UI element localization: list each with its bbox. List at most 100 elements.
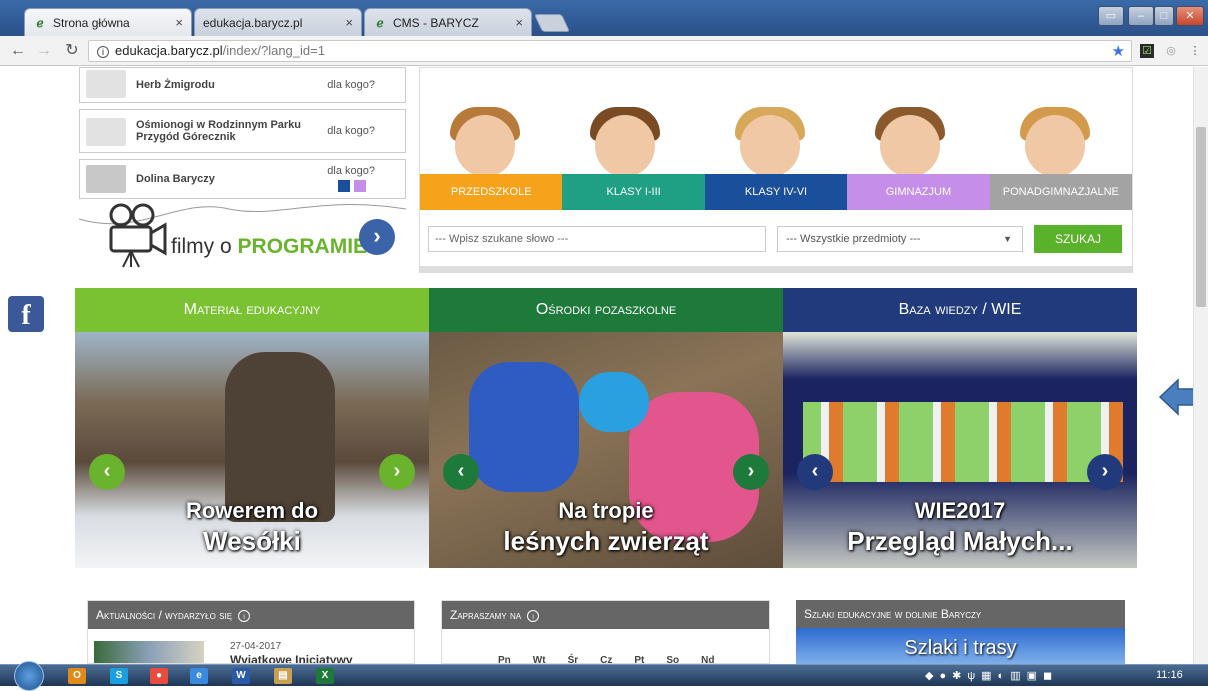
extension-2-icon[interactable]: ◎	[1164, 44, 1178, 58]
browser-tab-strip: ℯ Strona główna × edukacja.barycz.pl × ℯ…	[0, 0, 1208, 88]
prev-slide-button[interactable]: ‹	[797, 454, 833, 490]
puzzle-icon	[86, 70, 126, 98]
levels-panel: PRZEDSZKOLE KLASY I-III KLASY IV-VI GIMN…	[419, 67, 1133, 273]
info-icon[interactable]: i	[527, 610, 540, 622]
slide-caption-line1: WIE2017	[914, 498, 1006, 523]
internet-explorer-icon[interactable]: e	[190, 668, 208, 684]
search-input[interactable]: --- Wpisz szukane słowo ---	[428, 226, 766, 252]
slide-image: ‹ › Na tropie leśnych zwierząt	[429, 332, 783, 568]
next-slide-button[interactable]: ›	[1087, 454, 1123, 490]
minimize-button[interactable]: –	[1128, 6, 1154, 26]
subject-select[interactable]: --- Wszystkie przedmioty --- ▼	[777, 226, 1023, 252]
panel-osrodki: Ośrodki pozaszkolne ‹ › Na tropie leśnyc…	[429, 288, 783, 568]
search-button[interactable]: SZUKAJ	[1034, 225, 1122, 253]
tab-cms[interactable]: ℯ CMS - BARYCZ ×	[364, 8, 532, 36]
extension-icon[interactable]: ☑	[1140, 44, 1154, 58]
start-button[interactable]	[14, 661, 44, 691]
level-tab-klasy-4-6[interactable]: KLASY IV-VI	[704, 174, 848, 210]
tab-strona-glowna[interactable]: ℯ Strona główna ×	[24, 8, 192, 36]
page-scrollbar[interactable]	[1193, 67, 1208, 664]
chrome-icon[interactable]: ●	[150, 668, 168, 684]
panel-title[interactable]: Materiał edukacyjny	[75, 288, 429, 332]
trails-banner[interactable]: Szlaki i trasy	[796, 628, 1125, 664]
program-item[interactable]: Ośmionogi w Rodzinnym Parku Przygód Góre…	[79, 109, 406, 153]
box-header: Aktualności / wydarzyło się i	[88, 601, 414, 629]
close-window-button[interactable]: ✕	[1176, 6, 1204, 26]
panel-material: Materiał edukacyjny ‹ › Rowerem do Wesół…	[75, 288, 429, 568]
menu-icon[interactable]: ⋮	[1188, 44, 1202, 58]
level-tab-gimnazjum[interactable]: GIMNAZJUM	[847, 174, 990, 210]
news-thumbnail[interactable]	[94, 641, 204, 663]
level-marker	[338, 180, 350, 192]
program-item[interactable]: Herb Żmigrodu dla kogo?	[79, 67, 406, 103]
for-who-link[interactable]: dla kogo?	[327, 125, 375, 137]
slide-image: ‹ › Rowerem do Wesółki	[75, 332, 429, 568]
bookmark-star-icon[interactable]: ★	[1112, 42, 1125, 62]
clock[interactable]: 11:16	[1156, 669, 1183, 681]
close-tab-icon[interactable]: ×	[345, 15, 353, 30]
maximize-button[interactable]: □	[1154, 6, 1174, 26]
level-tab-przedszkole[interactable]: PRZEDSZKOLE	[420, 174, 563, 210]
forward-icon[interactable]: →	[34, 41, 54, 61]
invite-box: Zapraszamy na i Pn Wt Śr Cz Pt So Nd	[441, 600, 770, 664]
prev-slide-button[interactable]: ‹	[443, 454, 479, 490]
back-icon[interactable]: ←	[8, 41, 28, 61]
panel-baza-wiedzy: Baza wiedzy / WIE ‹ › WIE2017 Przegląd M…	[783, 288, 1137, 568]
next-slide-button[interactable]: ›	[733, 454, 769, 490]
slide-caption-line1: Rowerem do	[185, 498, 319, 523]
slide-caption-line2: leśnych zwierząt	[503, 526, 709, 556]
films-promo[interactable]: filmy o PROGRAMIE ›	[79, 197, 406, 277]
film-camera-icon	[109, 203, 167, 268]
program-item[interactable]: Dolina Baryczy dla kogo?	[79, 159, 406, 199]
level-tab-ponadgimnazjalne[interactable]: PONADGIMNAZJALNE	[989, 174, 1133, 210]
url-path: /index/?lang_id=1	[222, 43, 325, 58]
puzzle-icon	[86, 118, 126, 146]
calendar-weekdays: Pn Wt Śr Cz Pt So Nd	[498, 655, 715, 664]
level-marker	[354, 180, 366, 192]
facebook-icon[interactable]: f	[8, 296, 44, 332]
program-name: Ośmionogi w Rodzinnym Parku Przygód Góre…	[136, 119, 302, 143]
panel-title[interactable]: Ośrodki pozaszkolne	[429, 288, 783, 332]
for-who-link[interactable]: dla kogo?	[327, 165, 375, 177]
close-tab-icon[interactable]: ×	[175, 15, 183, 30]
panel-title[interactable]: Baza wiedzy / WIE	[783, 288, 1137, 332]
slide-caption-line2: Wesółki	[203, 526, 301, 556]
next-slide-button[interactable]: ›	[379, 454, 415, 490]
films-text: filmy o PROGRAMIE	[171, 235, 368, 258]
reload-icon[interactable]: ↻	[62, 41, 82, 61]
puzzle-icon	[86, 165, 126, 193]
word-icon[interactable]: W	[232, 668, 250, 684]
skype-icon[interactable]: S	[110, 668, 128, 684]
box-header: Szlaki edukacyjne w dolinie Baryczy	[796, 600, 1125, 628]
films-next-button[interactable]: ›	[359, 219, 395, 255]
tab-title: edukacja.barycz.pl	[203, 15, 303, 30]
barycz-logo-icon: ℯ	[376, 15, 384, 30]
browser-toolbar: ← → ↻ i edukacja.barycz.pl/index/?lang_id…	[0, 36, 1208, 66]
level-tabs: PRZEDSZKOLE KLASY I-III KLASY IV-VI GIMN…	[420, 174, 1133, 210]
new-tab-button[interactable]	[533, 14, 571, 32]
dropdown-arrow-icon: ▼	[1003, 234, 1012, 244]
info-icon[interactable]: i	[238, 610, 251, 622]
address-bar[interactable]: i edukacja.barycz.pl/index/?lang_id=1 ★	[88, 40, 1132, 62]
system-tray-icons[interactable]: ◆●✱ψ▦◐▥▣◼	[925, 669, 1058, 682]
program-name: Dolina Baryczy	[136, 173, 215, 185]
news-date: 27-04-2017	[230, 641, 282, 652]
prev-slide-button[interactable]: ‹	[89, 454, 125, 490]
windows-taskbar: O S ● e W ▤ X ◆●✱ψ▦◐▥▣◼ 11:16	[0, 661, 1208, 691]
site-info-icon[interactable]: i	[97, 46, 109, 58]
close-tab-icon[interactable]: ×	[515, 15, 523, 30]
news-box: Aktualności / wydarzyło się i 27-04-2017 …	[87, 600, 415, 664]
tab-title: Strona główna	[53, 15, 130, 30]
tab-edukacja[interactable]: edukacja.barycz.pl ×	[194, 8, 362, 88]
outlook-icon[interactable]: O	[68, 668, 86, 684]
file-explorer-icon[interactable]: ▤	[274, 668, 292, 684]
trails-box: Szlaki edukacyjne w dolinie Baryczy Szla…	[796, 600, 1125, 664]
news-headline[interactable]: Wyjatkowe Inicjatywy	[230, 653, 353, 663]
user-icon[interactable]: ▭	[1098, 6, 1124, 26]
url-host: edukacja.barycz.pl	[115, 43, 223, 58]
tab-title: CMS - BARYCZ	[393, 15, 479, 30]
for-who-link[interactable]: dla kogo?	[327, 79, 375, 91]
excel-icon[interactable]: X	[316, 668, 334, 684]
barycz-logo-icon: ℯ	[36, 15, 44, 30]
level-tab-klasy-1-3[interactable]: KLASY I-III	[562, 174, 705, 210]
